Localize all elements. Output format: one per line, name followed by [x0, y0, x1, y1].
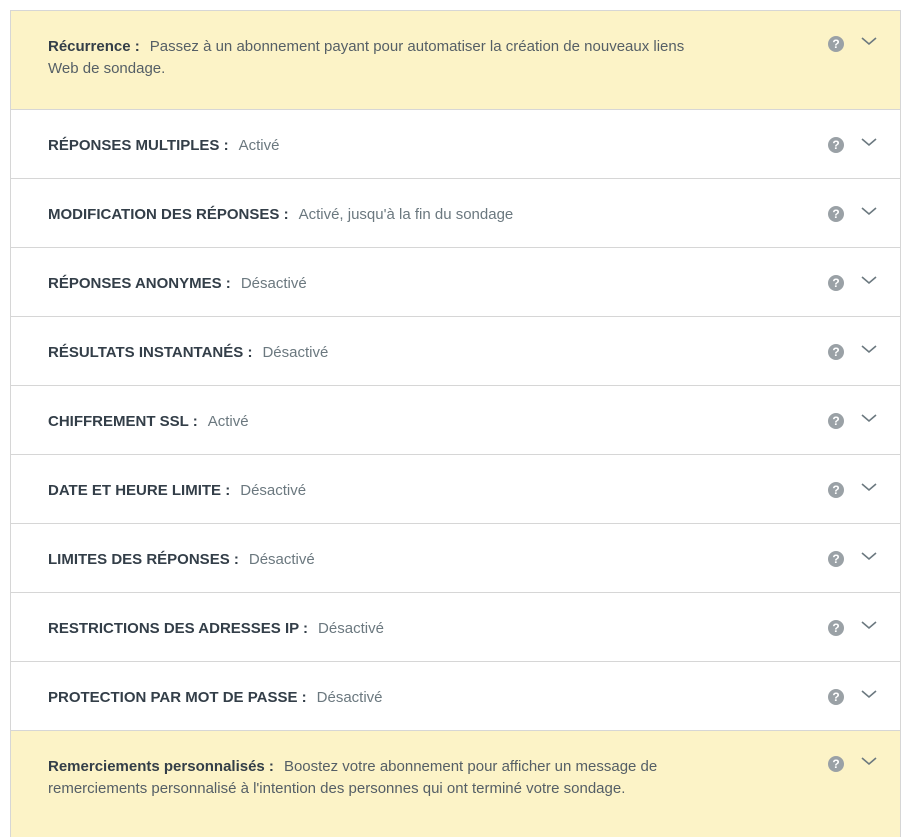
- option-label: Récurrence :: [48, 38, 140, 55]
- option-row-edit-responses[interactable]: MODIFICATION DES RÉPONSES : Activé, jusqu…: [11, 179, 900, 248]
- option-label: RESTRICTIONS DES ADRESSES IP :: [48, 620, 309, 637]
- help-icon[interactable]: ?: [828, 36, 844, 52]
- option-row-response-limits[interactable]: LIMITES DES RÉPONSES : Désactivé ?: [11, 524, 900, 593]
- chevron-down-icon[interactable]: [860, 412, 878, 424]
- option-value: Désactivé: [240, 275, 307, 292]
- chevron-down-icon[interactable]: [860, 274, 878, 286]
- help-icon[interactable]: ?: [828, 551, 844, 567]
- help-icon[interactable]: ?: [828, 275, 844, 291]
- option-text: RÉPONSES MULTIPLES : Activé: [48, 135, 698, 157]
- option-text: RESTRICTIONS DES ADRESSES IP : Désactivé: [48, 618, 698, 640]
- option-value: Désactivé: [316, 689, 383, 706]
- option-value: Activé: [238, 137, 280, 154]
- option-row-ssl-encryption[interactable]: CHIFFREMENT SSL : Activé ?: [11, 386, 900, 455]
- chevron-down-icon[interactable]: [860, 619, 878, 631]
- option-value: Activé: [207, 413, 249, 430]
- option-row-anonymous-responses[interactable]: RÉPONSES ANONYMES : Désactivé ?: [11, 248, 900, 317]
- help-icon[interactable]: ?: [828, 620, 844, 636]
- option-row-recurrence[interactable]: Récurrence : Passez à un abonnement payan…: [11, 11, 900, 110]
- option-text: DATE ET HEURE LIMITE : Désactivé: [48, 480, 698, 502]
- option-label: RÉPONSES ANONYMES :: [48, 275, 231, 292]
- help-icon[interactable]: ?: [828, 482, 844, 498]
- option-text: RÉSULTATS INSTANTANÉS : Désactivé: [48, 342, 698, 364]
- help-icon[interactable]: ?: [828, 206, 844, 222]
- option-value: Désactivé: [318, 620, 384, 637]
- option-text: RÉPONSES ANONYMES : Désactivé: [48, 273, 698, 295]
- chevron-down-icon[interactable]: [860, 481, 878, 493]
- option-row-instant-results[interactable]: RÉSULTATS INSTANTANÉS : Désactivé ?: [11, 317, 900, 386]
- chevron-down-icon[interactable]: [860, 550, 878, 562]
- help-icon[interactable]: ?: [828, 344, 844, 360]
- option-value: Désactivé: [248, 551, 315, 568]
- chevron-down-icon[interactable]: [860, 35, 878, 47]
- option-text: CHIFFREMENT SSL : Activé: [48, 411, 698, 433]
- chevron-down-icon[interactable]: [860, 688, 878, 700]
- help-icon[interactable]: ?: [828, 689, 844, 705]
- option-label: RÉSULTATS INSTANTANÉS :: [48, 344, 253, 361]
- option-label: LIMITES DES RÉPONSES :: [48, 551, 239, 568]
- option-row-multiple-responses[interactable]: RÉPONSES MULTIPLES : Activé ?: [11, 110, 900, 179]
- option-label: RÉPONSES MULTIPLES :: [48, 137, 229, 154]
- option-row-ip-restrictions[interactable]: RESTRICTIONS DES ADRESSES IP : Désactivé …: [11, 593, 900, 662]
- option-label: PROTECTION PAR MOT DE PASSE :: [48, 689, 307, 706]
- option-value: Activé, jusqu'à la fin du sondage: [298, 206, 514, 223]
- option-value: Désactivé: [262, 344, 329, 361]
- chevron-down-icon[interactable]: [860, 136, 878, 148]
- option-row-password-protection[interactable]: PROTECTION PAR MOT DE PASSE : Désactivé ?: [11, 662, 900, 731]
- option-text: MODIFICATION DES RÉPONSES : Activé, jusqu…: [48, 204, 698, 226]
- collector-options-panel: Récurrence : Passez à un abonnement payan…: [10, 10, 901, 837]
- help-icon[interactable]: ?: [828, 756, 844, 772]
- chevron-down-icon[interactable]: [860, 205, 878, 217]
- help-icon[interactable]: ?: [828, 137, 844, 153]
- option-value: Désactivé: [240, 482, 307, 499]
- option-label: DATE ET HEURE LIMITE :: [48, 482, 231, 499]
- chevron-down-icon[interactable]: [860, 755, 878, 767]
- option-text: PROTECTION PAR MOT DE PASSE : Désactivé: [48, 687, 698, 709]
- option-value: Passez à un abonnement payant pour autom…: [48, 38, 685, 77]
- option-row-custom-thank-you[interactable]: Remerciements personnalisés : Boostez vot…: [11, 731, 900, 837]
- option-label: Remerciements personnalisés :: [48, 758, 274, 775]
- option-text: Récurrence : Passez à un abonnement payan…: [48, 36, 688, 80]
- chevron-down-icon[interactable]: [860, 343, 878, 355]
- help-icon[interactable]: ?: [828, 413, 844, 429]
- option-label: MODIFICATION DES RÉPONSES :: [48, 206, 289, 223]
- option-row-cutoff-date[interactable]: DATE ET HEURE LIMITE : Désactivé ?: [11, 455, 900, 524]
- option-text: LIMITES DES RÉPONSES : Désactivé: [48, 549, 698, 571]
- option-text: Remerciements personnalisés : Boostez vot…: [48, 756, 688, 800]
- option-label: CHIFFREMENT SSL :: [48, 413, 198, 430]
